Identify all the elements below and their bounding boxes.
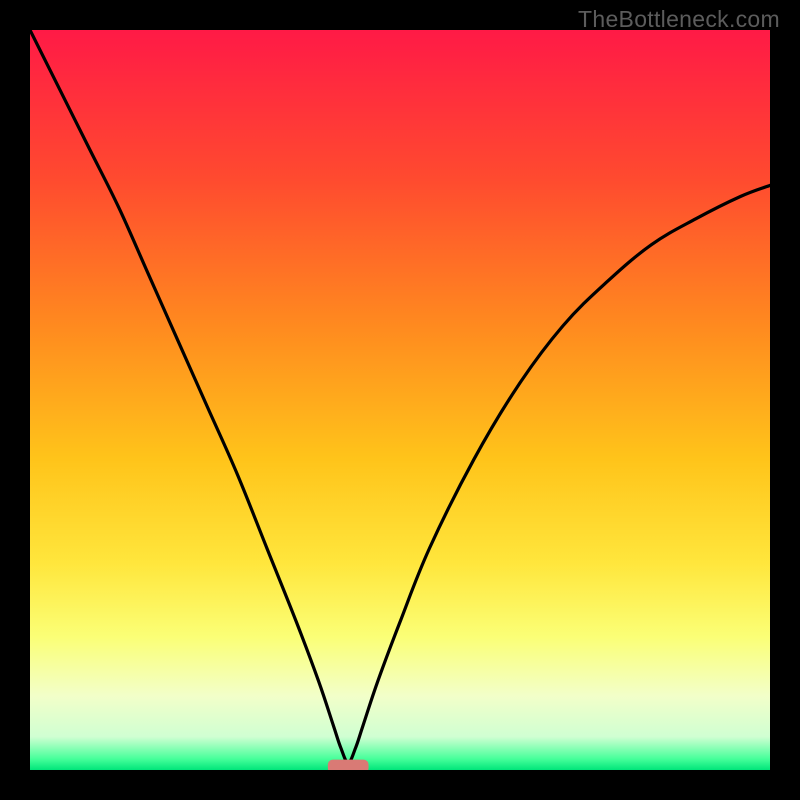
chart-frame: TheBottleneck.com — [0, 0, 800, 800]
watermark-text: TheBottleneck.com — [578, 6, 780, 33]
chart-svg — [30, 30, 770, 770]
min-marker — [328, 760, 369, 770]
plot-area — [30, 30, 770, 770]
gradient-background — [30, 30, 770, 770]
